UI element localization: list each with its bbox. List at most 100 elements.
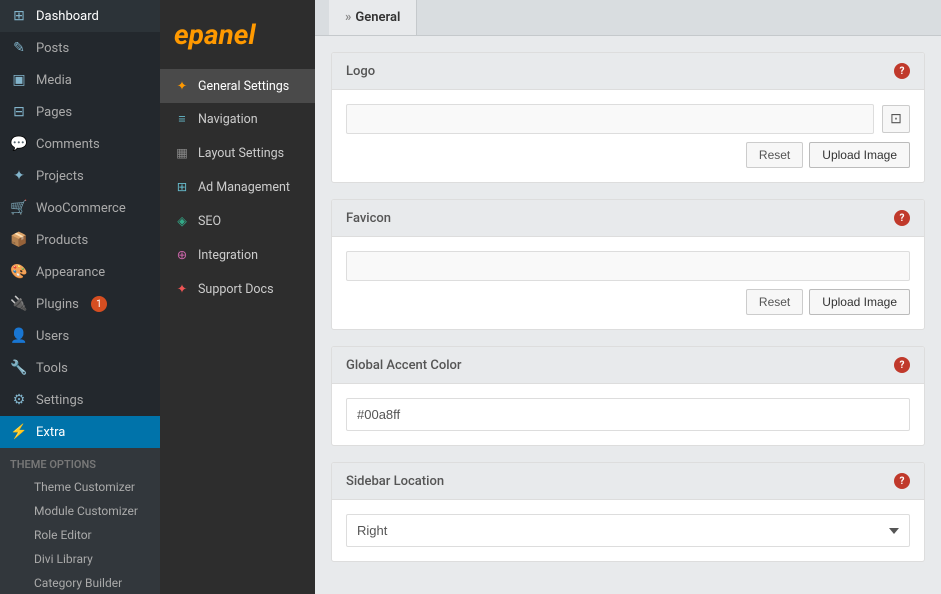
sidebar-item-settings[interactable]: ⚙ Settings (0, 384, 160, 416)
favicon-section: Favicon ? Reset Upload Image (331, 199, 925, 330)
general-settings-icon: ✦ (174, 78, 190, 94)
sidebar-location-select[interactable]: Left Right (346, 514, 910, 547)
pages-icon: ⊟ (10, 104, 28, 120)
sidebar-item-extra[interactable]: ⚡ Extra (0, 416, 160, 448)
logo-section-header: Logo ? (332, 53, 924, 90)
favicon-upload-row (346, 251, 910, 281)
sidebar-item-label: WooCommerce (36, 201, 126, 216)
global-accent-color-input[interactable] (346, 398, 910, 431)
sidebar-item-media[interactable]: ▣ Media (0, 64, 160, 96)
favicon-section-header: Favicon ? (332, 200, 924, 237)
global-accent-color-help-icon[interactable]: ? (894, 357, 910, 373)
epanel-nav-label: Ad Management (198, 180, 290, 195)
epanel-wrapper: epanel ✦ General Settings ≡ Navigation ▦… (160, 0, 941, 594)
posts-icon: ✎ (10, 40, 28, 56)
sidebar-item-label: Posts (36, 41, 69, 56)
epanel-nav-support[interactable]: ✦ Support Docs (160, 272, 315, 306)
favicon-btn-row: Reset Upload Image (346, 289, 910, 315)
global-accent-color-section: Global Accent Color ? (331, 346, 925, 446)
tools-icon: 🔧 (10, 360, 28, 376)
sidebar-item-label: Users (36, 329, 69, 344)
epanel-sidebar: epanel ✦ General Settings ≡ Navigation ▦… (160, 0, 315, 594)
theme-options-submenu: Theme Options Theme Customizer Module Cu… (0, 448, 160, 594)
epanel-nav-label: SEO (198, 214, 221, 229)
sidebar-item-products[interactable]: 📦 Products (0, 224, 160, 256)
logo-reset-button[interactable]: Reset (746, 142, 803, 168)
sidebar-item-label: Plugins (36, 297, 79, 312)
epanel-nav-general[interactable]: ✦ General Settings (160, 69, 315, 103)
sidebar-item-pages[interactable]: ⊟ Pages (0, 96, 160, 128)
favicon-section-title: Favicon (346, 211, 391, 226)
sidebar-item-label: Products (36, 233, 88, 248)
logo-btn-row: Reset Upload Image (346, 142, 910, 168)
sidebar-item-label: Settings (36, 393, 83, 408)
global-accent-color-header: Global Accent Color ? (332, 347, 924, 384)
epanel-nav-integration[interactable]: ⊕ Integration (160, 238, 315, 272)
sidebar-item-label: Tools (36, 361, 68, 376)
epanel-nav-ad[interactable]: ⊞ Ad Management (160, 170, 315, 204)
sidebar-item-appearance[interactable]: 🎨 Appearance (0, 256, 160, 288)
logo-upload-button[interactable]: Upload Image (809, 142, 910, 168)
favicon-help-icon[interactable]: ? (894, 210, 910, 226)
submenu-role-editor[interactable]: Role Editor (0, 523, 160, 547)
epanel-nav-label: Layout Settings (198, 146, 284, 161)
logo-panel: panel (189, 18, 256, 51)
sidebar-item-users[interactable]: 👤 Users (0, 320, 160, 352)
submenu-category-builder[interactable]: Category Builder (0, 571, 160, 594)
favicon-upload-button[interactable]: Upload Image (809, 289, 910, 315)
sidebar-location-header: Sidebar Location ? (332, 463, 924, 500)
projects-icon: ✦ (10, 168, 28, 184)
global-accent-color-body (332, 384, 924, 445)
logo-file-input[interactable] (346, 104, 874, 134)
epanel-main: »General Logo ? ⊡ Reset Upload Im (315, 0, 941, 594)
epanel-nav-label: Navigation (198, 112, 258, 127)
settings-icon: ⚙ (10, 392, 28, 408)
sidebar-item-label: Dashboard (36, 9, 99, 24)
dashboard-icon: ⊞ (10, 8, 28, 24)
sidebar-item-tools[interactable]: 🔧 Tools (0, 352, 160, 384)
epanel-nav-seo[interactable]: ◈ SEO (160, 204, 315, 238)
sidebar-item-plugins[interactable]: 🔌 Plugins 1 (0, 288, 160, 320)
appearance-icon: 🎨 (10, 264, 28, 280)
ad-management-icon: ⊞ (174, 179, 190, 195)
submenu-title: Theme Options (0, 452, 160, 475)
sidebar-item-label: Comments (36, 137, 100, 152)
submenu-divi-library[interactable]: Divi Library (0, 547, 160, 571)
logo-section-body: ⊡ Reset Upload Image (332, 90, 924, 182)
sidebar-item-dashboard[interactable]: ⊞ Dashboard (0, 0, 160, 32)
sidebar-item-woocommerce[interactable]: 🛒 WooCommerce (0, 192, 160, 224)
favicon-section-body: Reset Upload Image (332, 237, 924, 329)
favicon-reset-button[interactable]: Reset (746, 289, 803, 315)
submenu-theme-customizer[interactable]: Theme Customizer (0, 475, 160, 499)
comments-icon: 💬 (10, 136, 28, 152)
epanel-nav-navigation[interactable]: ≡ Navigation (160, 103, 315, 136)
sidebar-item-projects[interactable]: ✦ Projects (0, 160, 160, 192)
layout-icon: ▦ (174, 145, 190, 161)
logo-help-icon[interactable]: ? (894, 63, 910, 79)
epanel-logo: epanel (160, 0, 315, 69)
tab-general[interactable]: »General (329, 0, 417, 35)
logo-e: e (174, 18, 189, 51)
sidebar-item-comments[interactable]: 💬 Comments (0, 128, 160, 160)
plugins-badge: 1 (91, 296, 107, 312)
epanel-tabs: »General (315, 0, 941, 36)
logo-browse-icon[interactable]: ⊡ (882, 105, 910, 133)
sidebar-item-posts[interactable]: ✎ Posts (0, 32, 160, 64)
support-docs-icon: ✦ (174, 281, 190, 297)
logo-section: Logo ? ⊡ Reset Upload Image (331, 52, 925, 183)
sidebar-item-label: Appearance (36, 265, 105, 280)
sidebar-location-help-icon[interactable]: ? (894, 473, 910, 489)
tab-arrow-icon: » (345, 10, 351, 25)
products-icon: 📦 (10, 232, 28, 248)
epanel-nav-layout[interactable]: ▦ Layout Settings (160, 136, 315, 170)
users-icon: 👤 (10, 328, 28, 344)
media-icon: ▣ (10, 72, 28, 88)
logo-section-title: Logo (346, 64, 375, 79)
epanel-nav-label: General Settings (198, 79, 289, 94)
sidebar-item-label: Media (36, 73, 72, 88)
sidebar-item-label: Pages (36, 105, 72, 120)
sidebar-location-title: Sidebar Location (346, 474, 444, 489)
submenu-module-customizer[interactable]: Module Customizer (0, 499, 160, 523)
epanel-nav-label: Support Docs (198, 282, 274, 297)
favicon-file-input[interactable] (346, 251, 910, 281)
